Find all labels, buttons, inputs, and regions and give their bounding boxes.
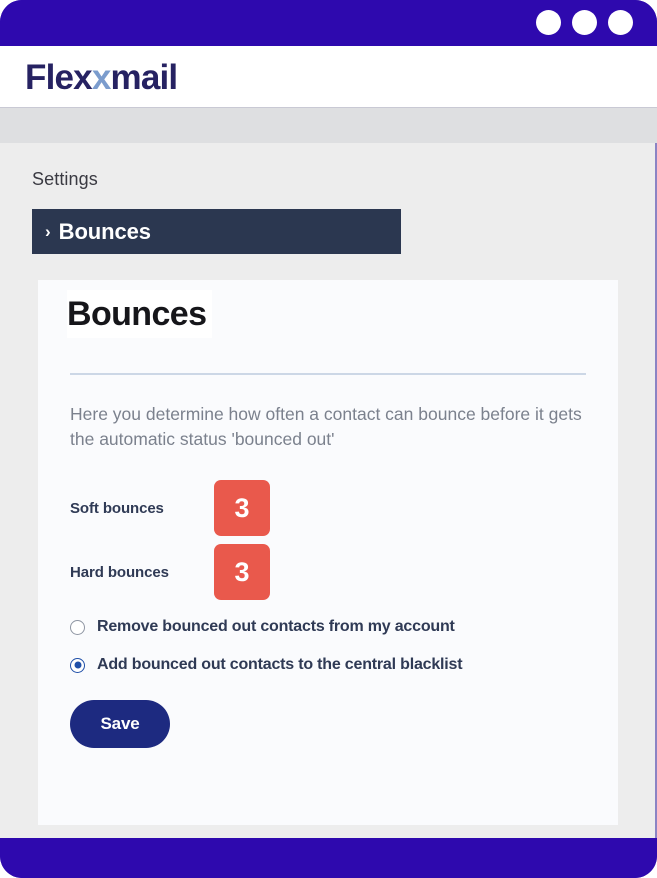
- radio-option-remove-contacts[interactable]: Remove bounced out contacts from my acco…: [70, 618, 455, 636]
- window-controls: [536, 10, 633, 35]
- screenshot-root: Flexxmail Settings › Bounces Bounces Her…: [0, 0, 657, 878]
- window-dot-close-icon[interactable]: [536, 10, 561, 35]
- browser-titlebar: [0, 0, 657, 46]
- bounces-settings-card: Bounces Here you determine how often a c…: [38, 280, 618, 825]
- bounces-description: Here you determine how often a contact c…: [70, 404, 582, 449]
- radio-icon-unchecked[interactable]: [70, 619, 85, 635]
- logo-text-suffix: mail: [110, 58, 179, 97]
- browser-footer-bar: [0, 838, 657, 878]
- window-dot-maximize-icon[interactable]: [608, 10, 633, 35]
- breadcrumb: Settings: [32, 169, 98, 189]
- section-tab-label: Bounces: [58, 218, 151, 244]
- app-header: Flexxmail: [0, 46, 657, 108]
- soft-bounces-label: Soft bounces: [70, 499, 164, 517]
- radio-icon-checked[interactable]: [70, 657, 85, 673]
- soft-bounces-row: Soft bounces: [70, 480, 270, 536]
- title-divider: [70, 373, 586, 375]
- browser-window-frame: Flexxmail Settings › Bounces Bounces Her…: [0, 0, 657, 878]
- page-content-area: Settings › Bounces Bounces Here you dete…: [0, 143, 657, 838]
- secondary-nav-strip: [0, 108, 657, 143]
- chevron-right-icon: ›: [45, 221, 51, 241]
- logo-text-accent: x: [91, 58, 111, 97]
- page-title: Bounces: [67, 295, 207, 333]
- page-title-wrapper: Bounces: [67, 290, 213, 338]
- logo-text-prefix: Flex: [25, 58, 93, 97]
- soft-bounces-input[interactable]: [214, 480, 270, 536]
- hard-bounces-row: Hard bounces: [70, 544, 270, 600]
- radio-label-add-blacklist: Add bounced out contacts to the central …: [97, 656, 463, 673]
- hard-bounces-input[interactable]: [214, 544, 270, 600]
- flexmail-logo[interactable]: Flexxmail: [25, 58, 179, 98]
- radio-option-add-blacklist[interactable]: Add bounced out contacts to the central …: [70, 656, 463, 674]
- save-button[interactable]: Save: [70, 700, 170, 748]
- section-tab-bounces[interactable]: › Bounces: [32, 209, 401, 254]
- radio-label-remove-contacts: Remove bounced out contacts from my acco…: [97, 618, 455, 635]
- window-dot-minimize-icon[interactable]: [572, 10, 597, 35]
- hard-bounces-label: Hard bounces: [70, 563, 169, 581]
